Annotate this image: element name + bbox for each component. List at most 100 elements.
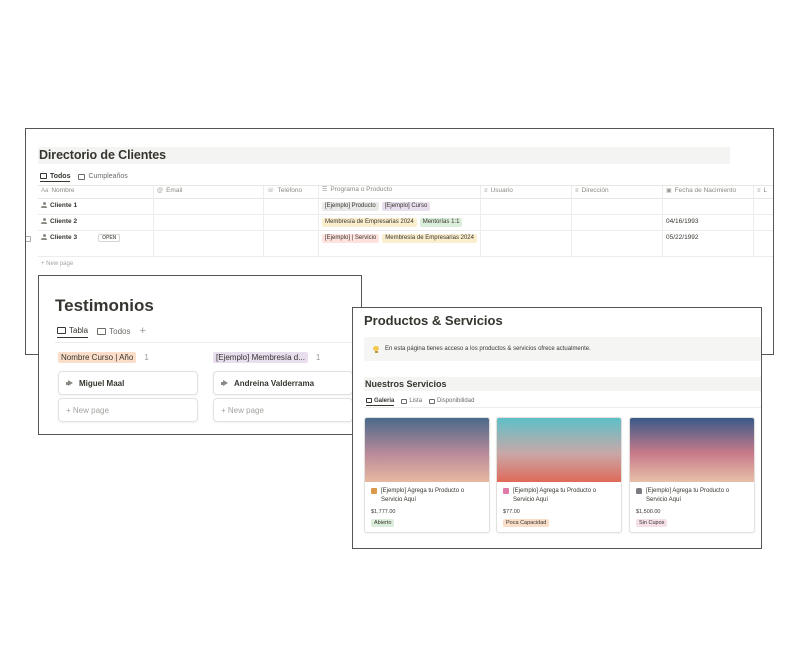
address-cell[interactable] bbox=[572, 199, 663, 214]
user-cell[interactable] bbox=[481, 215, 572, 230]
group-count: 1 bbox=[144, 352, 149, 362]
user-cell[interactable] bbox=[481, 199, 572, 214]
table-icon bbox=[401, 398, 408, 404]
name-cell[interactable]: Cliente 3 OPEN bbox=[38, 231, 154, 256]
birthdate-cell[interactable] bbox=[663, 199, 754, 214]
text-type-icon: Aa bbox=[41, 187, 49, 194]
client-name: Cliente 3 bbox=[50, 234, 78, 241]
tab-galeria[interactable]: Galeria bbox=[366, 396, 395, 406]
product-card[interactable]: [Ejemplo] Agrega tu Producto o Servicio … bbox=[629, 417, 755, 533]
phone-cell[interactable] bbox=[264, 215, 319, 230]
program-tag: [Ejemplo] Producto bbox=[322, 202, 379, 211]
multi-select-icon: ☰ bbox=[322, 187, 328, 193]
gift-icon bbox=[503, 488, 509, 494]
column-header-direccion[interactable]: ≡ Dirección bbox=[572, 186, 663, 198]
extra-cell[interactable] bbox=[754, 215, 773, 230]
column-header-telefono[interactable]: ☏ Teléfono bbox=[264, 186, 319, 198]
card-price: $1,500.00 bbox=[636, 509, 661, 515]
program-cell[interactable]: [Ejemplo] Producto [Ejemplo] Curso bbox=[319, 199, 481, 214]
add-view-icon[interactable]: + bbox=[139, 326, 145, 337]
program-tag: Membresía de Empresarias 2024 bbox=[322, 218, 417, 227]
calendar-icon bbox=[78, 173, 86, 180]
extra-cell[interactable] bbox=[754, 231, 773, 256]
new-page-button[interactable]: + New page bbox=[38, 257, 773, 271]
birthdate-cell[interactable]: 04/16/1993 bbox=[663, 215, 754, 230]
tab-disponibilidad[interactable]: Disponibilidad bbox=[429, 396, 474, 406]
text-lines-icon: ≡ bbox=[757, 187, 761, 194]
board-card[interactable]: Andreina Valderrama bbox=[213, 371, 353, 395]
product-card[interactable]: [Ejemplo] Agrega tu Producto o Servicio … bbox=[364, 417, 490, 533]
program-tag: [Ejemplo] | Servicio bbox=[322, 234, 380, 243]
lightbulb-icon bbox=[373, 345, 379, 353]
column-header-fecha[interactable]: ▣ Fecha de Nacimiento bbox=[663, 186, 754, 198]
board-icon bbox=[57, 327, 66, 334]
tag-icon bbox=[371, 488, 377, 494]
tab-label: Todos bbox=[50, 172, 71, 180]
column-header-email[interactable]: @ Email bbox=[154, 186, 264, 198]
text-lines-icon: ≡ bbox=[484, 187, 488, 194]
column-header-programa[interactable]: ☰ Programa o Producto bbox=[319, 186, 481, 198]
text-lines-icon: ≡ bbox=[575, 187, 579, 194]
name-cell[interactable]: Cliente 1 bbox=[38, 199, 154, 214]
page-title: Productos & Servicios bbox=[364, 313, 503, 328]
column-label: Nombre bbox=[51, 187, 75, 194]
board-card[interactable]: Miguel Maal bbox=[58, 371, 198, 395]
tab-cumpleanos[interactable]: Cumpleaños bbox=[78, 171, 128, 182]
status-badge: Sin Cupos bbox=[636, 519, 668, 527]
card-title: [Ejemplo] Agrega tu Producto o Servicio … bbox=[513, 488, 597, 503]
megaphone-icon bbox=[66, 380, 73, 386]
tab-todos[interactable]: Todos bbox=[40, 171, 71, 182]
email-icon: @ bbox=[157, 187, 164, 194]
column-label: Fecha de Nacimiento bbox=[674, 187, 737, 194]
extra-cell[interactable] bbox=[754, 199, 773, 214]
phone-cell[interactable] bbox=[264, 199, 319, 214]
email-cell[interactable] bbox=[154, 215, 264, 230]
view-tabs: Todos Cumpleaños bbox=[40, 171, 128, 182]
email-cell[interactable] bbox=[154, 199, 264, 214]
tab-label: Disponibilidad bbox=[437, 398, 475, 404]
column-header-truncated[interactable]: ≡ L bbox=[754, 186, 773, 198]
tab-label: Galeria bbox=[374, 397, 395, 404]
gallery-icon bbox=[366, 398, 372, 403]
table-icon bbox=[97, 327, 107, 335]
tab-lista[interactable]: Lista bbox=[401, 396, 422, 406]
column-label: L bbox=[763, 187, 768, 194]
column-header-usuario[interactable]: ≡ Usuario bbox=[481, 186, 572, 198]
address-cell[interactable] bbox=[572, 231, 663, 256]
board-icon bbox=[429, 398, 436, 404]
user-cell[interactable] bbox=[481, 231, 572, 256]
tab-todos[interactable]: Todos bbox=[97, 324, 130, 338]
name-cell[interactable]: Cliente 2 bbox=[38, 215, 154, 230]
products-window: Productos & Servicios En esta página tie… bbox=[352, 307, 762, 549]
table-header: Aa Nombre @ Email ☏ Teléfono ☰ Programa o Pr… bbox=[38, 185, 773, 199]
open-button[interactable]: OPEN bbox=[98, 234, 121, 242]
clients-table: Aa Nombre @ Email ☏ Teléfono ☰ Programa o Pr… bbox=[26, 185, 773, 271]
card-cover-image bbox=[497, 418, 621, 482]
column-header-nombre[interactable]: Aa Nombre bbox=[38, 186, 154, 198]
program-cell[interactable]: [Ejemplo] | Servicio Membresía de Empres… bbox=[319, 231, 481, 256]
card-title: [Ejemplo] Agrega tu Producto o Servicio … bbox=[381, 488, 465, 503]
phone-cell[interactable] bbox=[264, 231, 319, 256]
board-column: Nombre Curso | Año 1 Miguel Maal + New p… bbox=[58, 351, 198, 422]
product-card[interactable]: [Ejemplo] Agrega tu Producto o Servicio … bbox=[496, 417, 622, 533]
email-cell[interactable] bbox=[154, 231, 264, 256]
person-icon bbox=[41, 218, 47, 224]
address-cell[interactable] bbox=[572, 215, 663, 230]
column-label: Usuario bbox=[490, 187, 513, 194]
page-title: Directorio de Clientes bbox=[39, 148, 166, 162]
testimonials-window: Testimonios Tabla Todos + Nombre Curso |… bbox=[38, 275, 362, 435]
program-cell[interactable]: Membresía de Empresarias 2024 Mentorías … bbox=[319, 215, 481, 230]
info-callout: En esta página tienes acceso a los produ… bbox=[364, 337, 761, 361]
column-header[interactable]: Nombre Curso | Año 1 bbox=[58, 351, 198, 363]
tab-label: Cumpleaños bbox=[88, 173, 128, 180]
row-checkbox[interactable] bbox=[26, 236, 31, 242]
column-header[interactable]: [Ejemplo] Membresía d... 1 bbox=[213, 351, 353, 363]
table-row: Cliente 1 [Ejemplo] Producto [Ejemplo] C… bbox=[38, 199, 773, 215]
card-title: [Ejemplo] Agrega tu Producto o Servicio … bbox=[646, 488, 730, 503]
column-label: Email bbox=[166, 187, 183, 194]
new-page-button[interactable]: + New page bbox=[58, 398, 198, 422]
new-page-button[interactable]: + New page bbox=[213, 398, 353, 422]
birthdate-cell[interactable]: 05/22/1992 bbox=[663, 231, 754, 256]
person-icon bbox=[41, 234, 47, 240]
tab-tabla[interactable]: Tabla bbox=[57, 324, 89, 338]
